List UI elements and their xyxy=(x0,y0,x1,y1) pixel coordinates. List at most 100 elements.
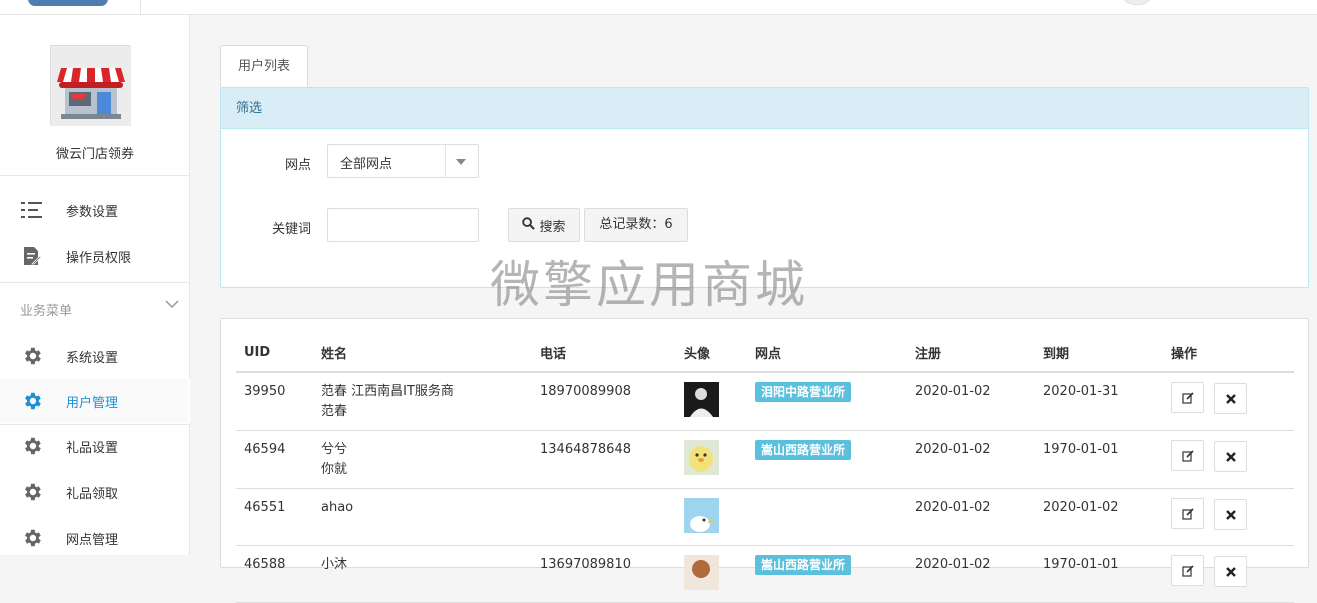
sidebar-item-gift-settings[interactable]: 礼品设置 xyxy=(0,424,190,468)
keyword-input[interactable] xyxy=(327,208,479,242)
select-divider xyxy=(445,145,446,177)
cell-avatar xyxy=(676,545,747,603)
sidebar-section-title: 业务菜单 xyxy=(20,304,73,319)
name-line: 范春 xyxy=(321,404,348,419)
document-edit-icon xyxy=(21,245,43,267)
cell-registered: 2020-01-02 xyxy=(907,372,1035,431)
table-row: 46594 兮兮 你就 13464878648 嵩山西路营业所 2020-01-0… xyxy=(236,430,1294,489)
branch-badge: 泪阳中路营业所 xyxy=(755,382,852,402)
search-button[interactable]: 搜索 xyxy=(508,208,580,242)
sidebar-item-branch-management[interactable]: 网点管理 xyxy=(0,516,190,560)
name-line: 兮兮 xyxy=(321,442,348,457)
close-icon xyxy=(1225,566,1236,577)
avatar xyxy=(684,498,719,533)
table-row: 46588 小沐 13697089810 嵩山西路营业所 2020-01-02 … xyxy=(236,545,1294,603)
user-table-panel: UID 姓名 电话 头像 网点 注册 到期 操作 39950 范春 江西南昌IT… xyxy=(220,318,1309,603)
main-content: 用户列表 筛选 网点 全部网点 关键词 搜索 总记录数：6 微擎应用商城 UID xyxy=(190,15,1317,603)
sidebar-item-label: 礼品设置 xyxy=(66,440,119,456)
branch-label: 网点 xyxy=(284,158,311,173)
cell-phone: 18970089908 xyxy=(532,372,676,431)
tab-user-list[interactable]: 用户列表 xyxy=(220,45,308,87)
edit-icon xyxy=(1181,391,1194,404)
cell-uid: 46588 xyxy=(236,545,313,603)
name-line: ahao xyxy=(321,500,354,515)
sidebar-item-label: 系统设置 xyxy=(66,350,119,366)
cell-expires: 1970-01-01 xyxy=(1035,430,1163,489)
gear-icon xyxy=(21,345,43,367)
sidebar-divider xyxy=(0,282,190,283)
cell-branch xyxy=(747,488,907,546)
sidebar-item-label: 操作员权限 xyxy=(66,250,132,266)
col-header-phone: 电话 xyxy=(532,334,676,373)
gear-icon xyxy=(21,435,43,457)
col-header-avatar: 头像 xyxy=(676,334,747,373)
cell-actions xyxy=(1163,430,1294,489)
col-header-branch: 网点 xyxy=(747,334,907,373)
sidebar-item-label: 礼品领取 xyxy=(66,486,119,502)
cell-avatar xyxy=(676,372,747,431)
edit-icon xyxy=(1181,507,1194,520)
delete-button[interactable] xyxy=(1214,499,1247,530)
filter-panel-title: 筛选 xyxy=(221,88,1308,129)
top-bar xyxy=(0,0,1317,15)
edit-icon xyxy=(1181,449,1194,462)
total-count-badge: 总记录数：6 xyxy=(584,208,688,242)
sidebar-item-gift-claims[interactable]: 礼品领取 xyxy=(0,470,190,514)
branch-badge: 嵩山西路营业所 xyxy=(755,555,852,575)
sidebar-item-operator-permissions[interactable]: 操作员权限 xyxy=(0,234,190,278)
cell-registered: 2020-01-02 xyxy=(907,430,1035,489)
edit-button[interactable] xyxy=(1171,382,1204,413)
cell-uid: 39950 xyxy=(236,372,313,431)
app-logo[interactable] xyxy=(28,0,108,6)
delete-button[interactable] xyxy=(1214,441,1247,472)
table-row: 39950 范春 江西南昌IT服务商 范春 18970089908 泪阳中路营业所… xyxy=(236,372,1294,431)
keyword-label: 关键词 xyxy=(271,222,311,237)
close-icon xyxy=(1225,451,1236,462)
edit-button[interactable] xyxy=(1171,440,1204,471)
list-settings-icon xyxy=(21,199,43,221)
gear-icon xyxy=(21,527,43,549)
cell-uid: 46551 xyxy=(236,488,313,546)
col-header-actions: 操作 xyxy=(1163,334,1294,373)
edit-button[interactable] xyxy=(1171,555,1204,586)
sidebar-item-label: 网点管理 xyxy=(66,532,119,548)
cell-name: ahao xyxy=(313,488,532,546)
sidebar-item-params[interactable]: 参数设置 xyxy=(0,188,190,232)
cell-actions xyxy=(1163,372,1294,431)
cell-name: 小沐 xyxy=(313,545,532,603)
avatar xyxy=(684,555,719,590)
cell-phone: 13697089810 xyxy=(532,545,676,603)
edit-button[interactable] xyxy=(1171,498,1204,529)
cell-name: 范春 江西南昌IT服务商 范春 xyxy=(313,372,532,431)
chevron-down-icon[interactable] xyxy=(164,296,180,312)
user-avatar[interactable] xyxy=(1120,0,1154,5)
sidebar-divider xyxy=(0,175,190,176)
avatar xyxy=(684,440,719,475)
sidebar-item-label: 参数设置 xyxy=(66,204,119,220)
cell-phone xyxy=(532,488,676,546)
close-icon xyxy=(1225,393,1236,404)
sidebar-item-user-management[interactable]: 用户管理 xyxy=(0,379,190,423)
caret-down-icon xyxy=(456,159,466,165)
delete-button[interactable] xyxy=(1214,556,1247,587)
cell-phone: 13464878648 xyxy=(532,430,676,489)
cell-registered: 2020-01-02 xyxy=(907,545,1035,603)
search-button-label: 搜索 xyxy=(539,219,566,235)
cell-branch: 泪阳中路营业所 xyxy=(747,372,907,431)
cell-actions xyxy=(1163,488,1294,546)
sidebar: 微云门店领券 参数设置 操作员权限 业务菜单 系统设置 用户管理 礼品设置 礼品… xyxy=(0,15,190,555)
branch-select[interactable]: 全部网点 xyxy=(327,144,479,178)
cell-expires: 2020-01-31 xyxy=(1035,372,1163,431)
cell-actions xyxy=(1163,545,1294,603)
sidebar-item-label: 用户管理 xyxy=(66,395,119,411)
user-table: UID 姓名 电话 头像 网点 注册 到期 操作 39950 范春 江西南昌IT… xyxy=(236,334,1294,603)
topbar-divider xyxy=(140,0,141,14)
gear-icon xyxy=(21,481,43,503)
delete-button[interactable] xyxy=(1214,383,1247,414)
sidebar-item-system-settings[interactable]: 系统设置 xyxy=(0,334,190,378)
search-icon xyxy=(522,216,536,234)
edit-icon xyxy=(1181,564,1194,577)
store-logo-image xyxy=(50,45,131,126)
cell-branch: 嵩山西路营业所 xyxy=(747,545,907,603)
col-header-registered: 注册 xyxy=(907,334,1035,373)
